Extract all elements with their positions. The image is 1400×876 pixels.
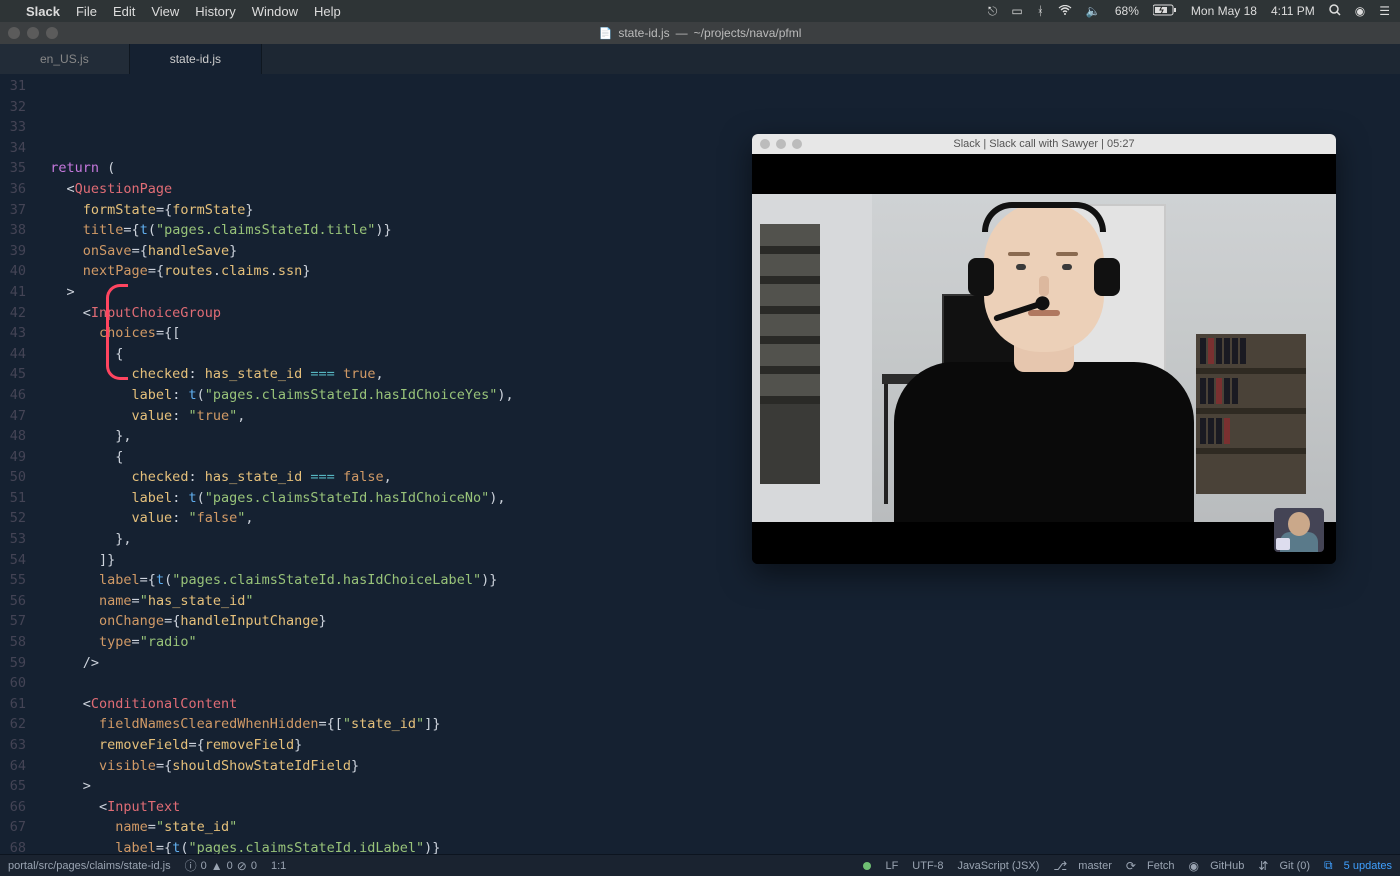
error-icon: ⊘ xyxy=(237,859,247,873)
menu-edit[interactable]: Edit xyxy=(113,4,135,19)
status-encoding[interactable]: UTF-8 xyxy=(912,860,943,872)
status-branch[interactable]: ⎇ master xyxy=(1053,859,1112,873)
screen-share-icon xyxy=(1276,538,1290,550)
window-close-button[interactable] xyxy=(8,27,20,39)
bluetooth-icon[interactable]: ᚼ xyxy=(1037,4,1044,18)
window-title-path: ~/projects/nava/pfml xyxy=(694,26,802,40)
tab-en-us[interactable]: en_US.js xyxy=(0,44,130,74)
menu-window[interactable]: Window xyxy=(252,4,298,19)
status-file-path[interactable]: portal/src/pages/claims/state-id.js xyxy=(8,860,171,872)
slack-call-window[interactable]: Slack | Slack call with Sawyer | 05:27 xyxy=(752,134,1336,564)
window-maximize-button[interactable] xyxy=(46,27,58,39)
menu-view[interactable]: View xyxy=(151,4,179,19)
status-cursor-position[interactable]: 1:1 xyxy=(271,860,286,872)
menu-help[interactable]: Help xyxy=(314,4,341,19)
package-icon: ⧉ xyxy=(1324,858,1333,873)
menubar-time[interactable]: 4:11 PM xyxy=(1271,4,1315,18)
tab-label: en_US.js xyxy=(40,52,89,66)
window-title-file: state-id.js xyxy=(618,26,669,40)
editor-window-titlebar: 📄 state-id.js — ~/projects/nava/pfml xyxy=(0,22,1400,44)
annotation-bracket xyxy=(106,284,128,380)
editor-tab-bar: en_US.js state-id.js xyxy=(0,44,1400,74)
user-icon[interactable]: ◉ xyxy=(1355,4,1365,18)
slack-call-min[interactable] xyxy=(776,139,786,149)
editor-status-bar: portal/src/pages/claims/state-id.js ⓘ0 ▲… xyxy=(0,854,1400,876)
slack-call-self-preview[interactable] xyxy=(1274,508,1324,552)
app-menu[interactable]: Slack xyxy=(26,4,60,19)
status-server[interactable] xyxy=(863,862,871,870)
window-title-sep: — xyxy=(676,26,688,40)
spotlight-icon[interactable] xyxy=(1329,4,1341,19)
branch-icon: ⎇ xyxy=(1053,859,1067,873)
slack-call-video-area xyxy=(752,154,1336,564)
remote-participant xyxy=(864,232,1224,522)
menu-file[interactable]: File xyxy=(76,4,97,19)
window-minimize-button[interactable] xyxy=(27,27,39,39)
warning-icon: ▲ xyxy=(211,859,223,873)
status-git[interactable]: ⇵ Git (0) xyxy=(1258,859,1310,873)
tab-state-id[interactable]: state-id.js xyxy=(130,44,262,74)
control-center-icon[interactable]: ☰ xyxy=(1379,4,1390,18)
status-fetch[interactable]: ⟳ Fetch xyxy=(1126,859,1175,873)
slack-call-close[interactable] xyxy=(760,139,770,149)
status-icon-1[interactable]: ⎋ xyxy=(988,4,998,19)
status-updates[interactable]: ⧉ 5 updates xyxy=(1324,858,1392,873)
file-icon: 📄 xyxy=(599,27,613,40)
airplay-icon[interactable]: ▭ xyxy=(1011,4,1022,18)
slack-call-remote-video xyxy=(752,194,1336,522)
status-github[interactable]: ◉ GitHub xyxy=(1189,859,1245,873)
info-icon: ⓘ xyxy=(185,857,197,874)
status-diagnostics[interactable]: ⓘ0 ▲0 ⊘0 xyxy=(185,857,257,874)
slack-call-title: Slack | Slack call with Sawyer | 05:27 xyxy=(953,138,1134,150)
line-number-gutter: 3132333435363738394041424344454647484950… xyxy=(0,74,34,854)
battery-percent: 68% xyxy=(1115,4,1139,18)
sync-icon: ⟳ xyxy=(1126,859,1136,873)
slack-call-traffic-lights[interactable] xyxy=(760,139,802,149)
battery-icon[interactable] xyxy=(1153,4,1177,19)
status-line-ending[interactable]: LF xyxy=(885,860,898,872)
status-language[interactable]: JavaScript (JSX) xyxy=(957,860,1039,872)
slack-call-titlebar[interactable]: Slack | Slack call with Sawyer | 05:27 xyxy=(752,134,1336,154)
status-dot-icon xyxy=(863,862,871,870)
macos-menubar: Slack File Edit View History Window Help… xyxy=(0,0,1400,22)
git-icon: ⇵ xyxy=(1258,859,1268,873)
window-traffic-lights[interactable] xyxy=(8,27,58,39)
menu-history[interactable]: History xyxy=(195,4,235,19)
wifi-icon[interactable] xyxy=(1058,4,1072,18)
slack-call-max[interactable] xyxy=(792,139,802,149)
github-icon: ◉ xyxy=(1189,859,1199,873)
volume-icon[interactable]: 🔈 xyxy=(1086,4,1101,18)
menubar-date[interactable]: Mon May 18 xyxy=(1191,4,1257,18)
tab-label: state-id.js xyxy=(170,52,221,66)
